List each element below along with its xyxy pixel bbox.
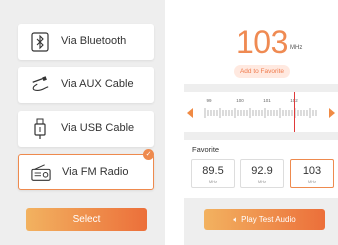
- favorite-station[interactable]: 89.5 MHz: [191, 159, 235, 188]
- check-icon: ✓: [143, 149, 154, 160]
- option-fm-radio[interactable]: Via FM Radio ✓: [18, 149, 154, 190]
- tune-up-icon[interactable]: [329, 108, 335, 118]
- bluetooth-icon: [30, 32, 50, 52]
- connection-panel: Via Bluetooth Via AUX Cable Via USB Cabl…: [0, 0, 165, 245]
- option-label: Via USB Cable: [61, 122, 135, 134]
- tuner-label: 99: [206, 98, 212, 103]
- favorite-unit: MHz: [257, 179, 267, 184]
- speaker-icon: 🔈︎: [233, 215, 239, 224]
- tuner-scale: [204, 108, 317, 118]
- tuner-label: 101: [263, 98, 271, 103]
- favorite-station[interactable]: 92.9 MHz: [240, 159, 284, 188]
- favorite-station[interactable]: 103 MHz: [290, 159, 334, 188]
- select-button[interactable]: Select: [26, 208, 147, 231]
- option-aux-cable[interactable]: Via AUX Cable: [18, 67, 154, 103]
- favorite-frequency: 89.5: [202, 165, 224, 177]
- favorite-frequency: 92.9: [251, 165, 273, 177]
- play-test-audio-label: Play Test Audio: [241, 215, 296, 224]
- frequency-display: 103 MHz Add to Favorite: [184, 0, 338, 84]
- favorite-frequency: 103: [302, 165, 322, 177]
- frequency-value: 103: [236, 24, 288, 60]
- frequency-unit: MHz: [290, 45, 303, 51]
- tuner-label: 100: [236, 98, 244, 103]
- tuner-dial[interactable]: 99 100 101 102: [184, 92, 338, 132]
- option-bluetooth[interactable]: Via Bluetooth: [18, 24, 154, 60]
- tuner-needle[interactable]: [294, 92, 295, 132]
- add-to-favorite-button[interactable]: Add to Favorite: [234, 65, 290, 78]
- play-test-audio-button[interactable]: 🔈︎ Play Test Audio: [204, 209, 325, 230]
- option-usb-cable[interactable]: Via USB Cable: [18, 111, 154, 147]
- tune-down-icon[interactable]: [187, 108, 193, 118]
- favorites-section: Favorite 89.5 MHz 92.9 MHz 103 MHz: [184, 140, 338, 198]
- option-label: Via AUX Cable: [61, 78, 134, 90]
- aux-cable-icon: [30, 75, 50, 95]
- usb-cable-icon: [30, 118, 50, 139]
- favorite-unit: MHz: [307, 179, 317, 184]
- favorites-title: Favorite: [192, 145, 220, 154]
- option-label: Via Bluetooth: [61, 35, 127, 47]
- radio-panel: 103 MHz Add to Favorite 99 100 101 102 F…: [184, 0, 338, 245]
- fm-radio-icon: [31, 163, 51, 183]
- option-label: Via FM Radio: [62, 166, 129, 178]
- favorite-unit: MHz: [208, 179, 218, 184]
